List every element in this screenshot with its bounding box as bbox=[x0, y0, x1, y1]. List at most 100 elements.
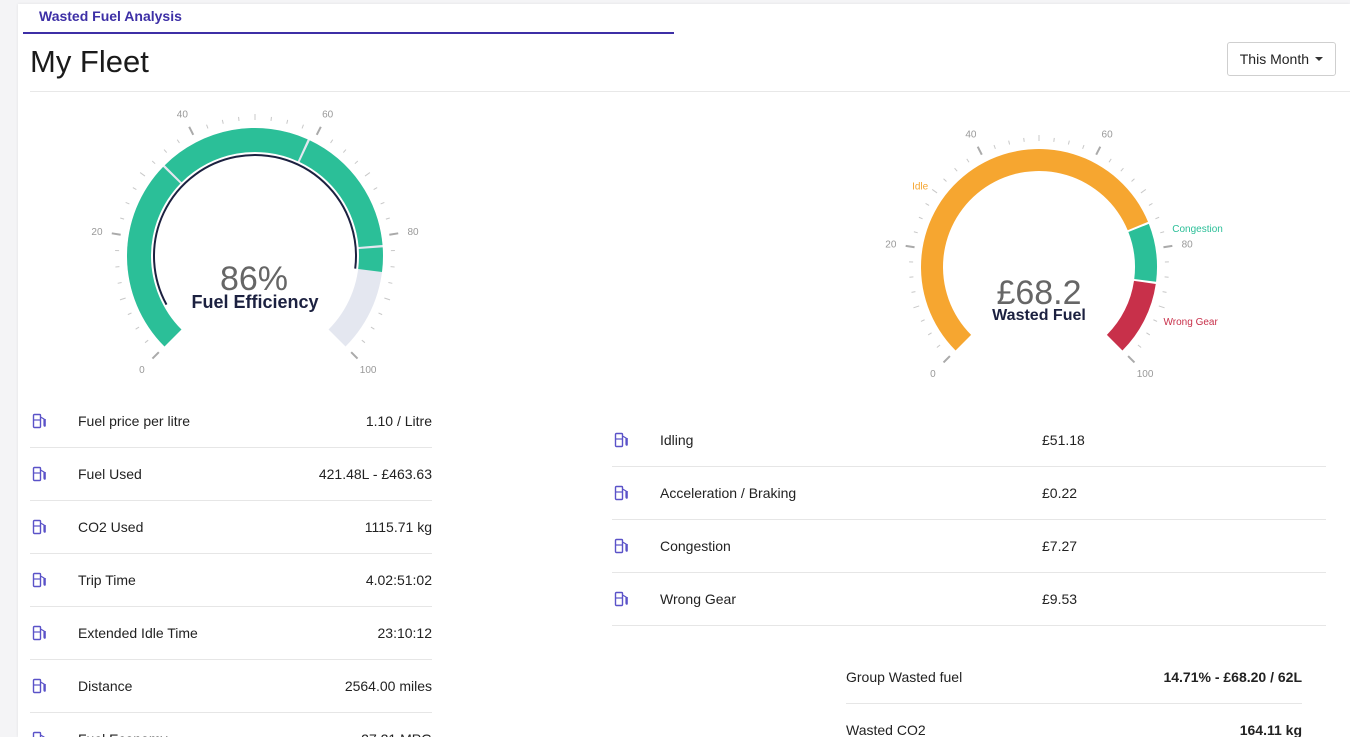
efficiency-tick-label: 100 bbox=[360, 365, 377, 376]
row-label: Acceleration / Braking bbox=[660, 485, 797, 501]
list-item: Trip Time 4.02:51:02 bbox=[30, 554, 432, 607]
wasted-tick bbox=[931, 189, 938, 194]
wasted-breakdown-list: Idling £51.18 Acceleration / Braking £0.22… bbox=[612, 414, 1326, 626]
wasted-tick bbox=[1163, 244, 1173, 249]
wasted-tick bbox=[943, 178, 947, 182]
wasted-tick bbox=[925, 203, 930, 206]
fuel-pump-icon bbox=[32, 466, 46, 482]
row-value: 4.02:51:02 bbox=[365, 572, 432, 588]
row-value: 2564.00 miles bbox=[344, 678, 432, 694]
row-icon-wrap bbox=[30, 572, 78, 588]
summary-label: Wasted CO2 bbox=[846, 722, 926, 737]
summary-value: 14.71% - £68.20 / 62L bbox=[1163, 669, 1302, 685]
wasted-segment-label: Idle bbox=[912, 181, 929, 192]
list-item: Acceleration / Braking £0.22 bbox=[612, 467, 1326, 520]
wasted-tick bbox=[913, 231, 918, 234]
wasted-tick bbox=[1067, 140, 1070, 145]
row-label: Extended Idle Time bbox=[78, 625, 198, 641]
row-label: Fuel Economy bbox=[78, 731, 361, 737]
wasted-tick-label: 40 bbox=[965, 129, 977, 140]
wasted-tick bbox=[920, 319, 925, 322]
list-item: Idling £51.18 bbox=[612, 414, 1326, 467]
list-item: Congestion £7.27 bbox=[612, 520, 1326, 573]
efficiency-tick-label: 0 bbox=[139, 365, 145, 376]
row-value: 27.21 MPG bbox=[361, 731, 432, 737]
wasted-tick bbox=[1148, 203, 1153, 206]
wasted-tick bbox=[954, 167, 958, 172]
row-value: 421.48L - £463.63 bbox=[318, 466, 432, 482]
summary-value: 164.11 kg bbox=[1239, 722, 1302, 737]
list-item: Extended Idle Time 23:10:12 bbox=[30, 607, 432, 660]
row-label: Congestion bbox=[660, 538, 731, 554]
wasted-segment-congestion bbox=[1128, 223, 1158, 282]
row-icon-wrap bbox=[612, 485, 660, 501]
wasted-tick bbox=[942, 355, 951, 364]
wasted-tick bbox=[1146, 332, 1151, 336]
row-label: Trip Time bbox=[78, 572, 136, 588]
efficiency-tick bbox=[151, 351, 160, 360]
wasted-segment-label: Congestion bbox=[1172, 224, 1223, 235]
wasted-tick bbox=[927, 332, 932, 336]
wasted-tick bbox=[1082, 144, 1085, 149]
fleet-panel: Wasted Fuel Analysis My Fleet This Month… bbox=[18, 4, 1350, 737]
wasted-tick bbox=[1153, 319, 1158, 322]
wasted-tick bbox=[1158, 305, 1165, 309]
group-summary: Group Wasted fuel 14.71% - £68.20 / 62L Wa… bbox=[846, 651, 1302, 737]
row-value: £9.53 bbox=[1042, 591, 1078, 607]
fuel-pump-icon bbox=[32, 625, 46, 641]
row-value: £51.18 bbox=[1042, 432, 1085, 448]
summary-row: Wasted CO2 164.11 kg bbox=[846, 704, 1302, 737]
row-icon-wrap bbox=[30, 466, 78, 482]
fuel-pump-icon bbox=[614, 432, 628, 448]
fuel-pump-icon bbox=[614, 591, 628, 607]
row-value: £0.22 bbox=[1042, 485, 1078, 501]
fuel-pump-icon bbox=[614, 485, 628, 501]
fuel-pump-icon bbox=[32, 678, 46, 694]
fuel-stats-list: Fuel price per litre 1.10 / Litre Fuel Us… bbox=[30, 395, 432, 737]
wasted-tick bbox=[1137, 344, 1142, 348]
summary-label: Group Wasted fuel bbox=[846, 669, 963, 685]
list-item: Fuel Economy27.21 MPG bbox=[30, 713, 432, 737]
row-icon-wrap bbox=[30, 413, 78, 429]
wasted-tick bbox=[966, 158, 970, 163]
wasted-tick-label: 100 bbox=[1137, 369, 1154, 380]
row-icon-wrap bbox=[30, 519, 78, 535]
list-item: Distance 2564.00 miles bbox=[30, 660, 432, 713]
row-label: Fuel Used bbox=[78, 466, 142, 482]
wasted-tick bbox=[905, 244, 915, 249]
fuel-pump-icon bbox=[32, 519, 46, 535]
fuel-pump-icon bbox=[614, 538, 628, 554]
wasted-tick-label: 60 bbox=[1102, 129, 1114, 140]
wasted-tick-label: 80 bbox=[1182, 240, 1194, 251]
wasted-tick-label: 20 bbox=[885, 240, 897, 251]
wasted-fuel-label: Wasted Fuel bbox=[992, 307, 1086, 324]
list-item: Wrong Gear £9.53 bbox=[612, 573, 1326, 626]
wasted-tick bbox=[993, 144, 996, 149]
fuel-pump-icon bbox=[32, 572, 46, 588]
row-label: Distance bbox=[78, 678, 133, 694]
summary-row: Group Wasted fuel 14.71% - £68.20 / 62L bbox=[846, 651, 1302, 704]
row-icon-wrap bbox=[612, 538, 660, 554]
row-value: 23:10:12 bbox=[377, 625, 433, 641]
row-icon-wrap bbox=[30, 625, 78, 641]
list-item: Fuel price per litre 1.10 / Litre bbox=[30, 395, 432, 448]
row-value: 1115.71 kg bbox=[364, 519, 432, 535]
wasted-tick bbox=[1131, 178, 1135, 182]
wasted-tick bbox=[1008, 140, 1011, 145]
wasted-tick bbox=[911, 291, 916, 293]
list-item: CO2 Used 1115.71 kg bbox=[30, 501, 432, 554]
row-label: CO2 Used bbox=[78, 519, 144, 535]
row-label: Idling bbox=[660, 432, 694, 448]
wasted-tick bbox=[976, 146, 983, 156]
row-label: Fuel price per litre bbox=[78, 413, 191, 429]
wasted-tick bbox=[1155, 216, 1160, 220]
wasted-tick bbox=[1160, 231, 1165, 234]
row-value: 1.10 / Litre bbox=[365, 413, 432, 429]
wasted-tick bbox=[1108, 158, 1112, 163]
wasted-tick bbox=[1140, 189, 1147, 194]
fuel-pump-icon bbox=[32, 731, 46, 737]
fuel-pump-icon bbox=[32, 413, 46, 429]
row-icon-wrap bbox=[30, 678, 78, 694]
wasted-tick-label: 0 bbox=[930, 369, 936, 380]
list-item: Fuel Used 421.48L - £463.63 bbox=[30, 448, 432, 501]
